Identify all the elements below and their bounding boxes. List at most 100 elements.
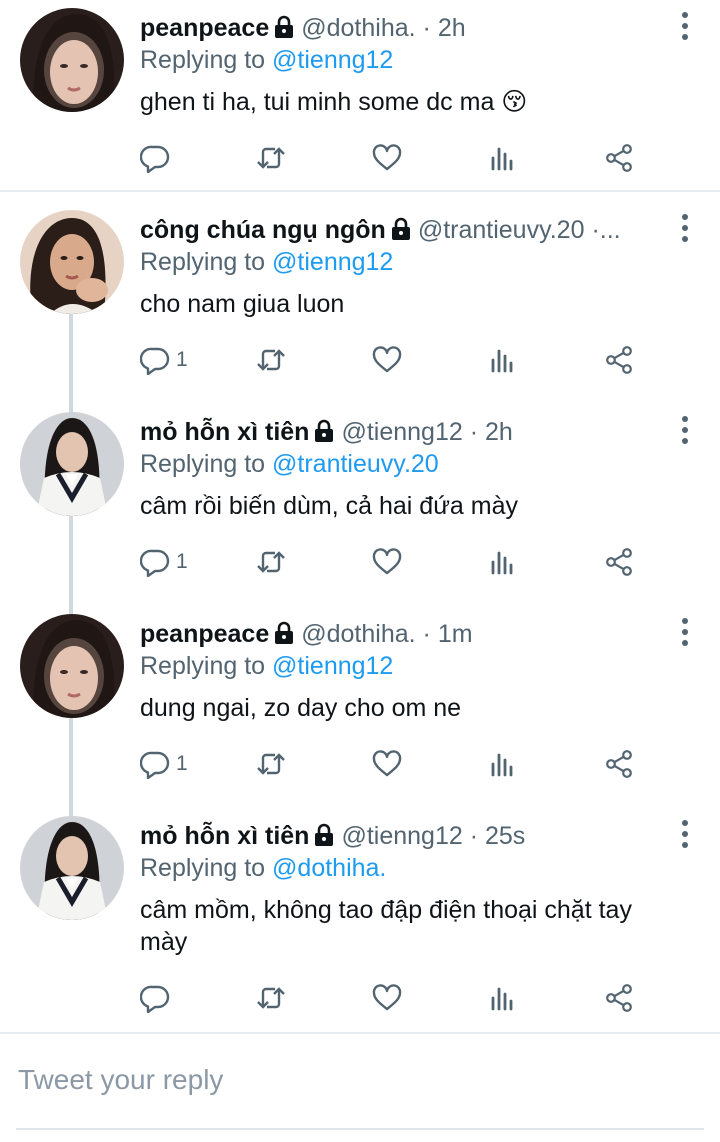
reply-button[interactable] [140, 138, 176, 178]
reply-button[interactable] [140, 978, 176, 1018]
share-icon [606, 144, 632, 172]
mention-link[interactable]: @trantieuvy.20 [272, 450, 439, 478]
tweet[interactable]: peanpeace @dothiha. · 1m Replying to @tie… [0, 606, 720, 816]
timestamp: · 25s [469, 822, 526, 850]
reply-count: 1 [176, 550, 188, 573]
share-button[interactable] [604, 340, 634, 380]
like-button[interactable] [372, 744, 402, 784]
more-options-icon[interactable] [680, 416, 690, 446]
thread-line [69, 718, 73, 816]
tweet-actions: 1 [140, 542, 640, 582]
user-handle[interactable]: @tienng12 [341, 822, 462, 850]
user-handle[interactable]: @dothiha. [301, 620, 415, 648]
lock-icon [315, 419, 334, 442]
lock-icon [391, 217, 410, 240]
analytics-icon [491, 147, 513, 171]
mention-link[interactable]: @dothiha. [272, 854, 386, 882]
user-handle[interactable]: @tienng12 [341, 418, 462, 446]
like-button[interactable] [372, 542, 402, 582]
reply-button[interactable]: 1 [140, 744, 188, 784]
display-name[interactable]: mỏ hỗn xì tiên [140, 822, 309, 850]
lock-icon [275, 15, 294, 38]
tweet-actions: 1 [140, 340, 640, 380]
avatar[interactable] [20, 210, 124, 314]
avatar[interactable] [20, 412, 124, 516]
tweet-header: peanpeace @dothiha. · 1m [140, 616, 656, 652]
share-button[interactable] [604, 542, 634, 582]
avatar[interactable] [20, 8, 124, 112]
timestamp: · 2h [422, 14, 466, 42]
replying-to: Replying to @trantieuvy.20 [140, 447, 439, 481]
display-name[interactable]: công chúa ngụ ngôn [140, 216, 386, 244]
heart-icon [372, 548, 402, 575]
retweet-button[interactable] [256, 542, 286, 582]
comment-icon [140, 347, 170, 375]
like-button[interactable] [372, 340, 402, 380]
tweet-header: mỏ hỗn xì tiên @tienng12 · 2h [140, 414, 656, 450]
reply-input-placeholder[interactable]: Tweet your reply [18, 1064, 223, 1096]
tweet-text: cho nam giua luon [140, 290, 345, 318]
share-button[interactable] [604, 744, 634, 784]
tweet-header: công chúa ngụ ngôn @trantieuvy.20 ·... [140, 212, 656, 248]
replying-label: Replying to [140, 248, 266, 276]
views-button[interactable] [488, 744, 518, 784]
reply-button[interactable]: 1 [140, 542, 188, 582]
replying-label: Replying to [140, 450, 266, 478]
tweet-actions: 1 [140, 744, 640, 784]
display-name[interactable]: peanpeace [140, 14, 269, 42]
avatar[interactable] [20, 614, 124, 718]
retweet-button[interactable] [256, 744, 286, 784]
share-button[interactable] [604, 978, 634, 1018]
display-name[interactable]: mỏ hỗn xì tiên [140, 418, 309, 446]
more-options-icon[interactable] [680, 214, 690, 244]
comment-icon [140, 549, 170, 577]
more-options-icon[interactable] [680, 618, 690, 648]
replying-to: Replying to @dothiha. [140, 851, 386, 885]
mention-link[interactable]: @tienng12 [272, 248, 393, 276]
share-icon [606, 548, 632, 576]
reply-button[interactable]: 1 [140, 340, 188, 380]
reply-count: 1 [176, 752, 188, 775]
display-name[interactable]: peanpeace [140, 620, 269, 648]
user-handle[interactable]: @trantieuvy.20 [418, 216, 585, 244]
tweet[interactable]: mỏ hỗn xì tiên @tienng12 · 25s Replying t… [0, 808, 720, 1032]
user-handle[interactable]: @dothiha. [301, 14, 415, 42]
tweet-text: ghen ti ha, tui minh some dc ma 😚 [140, 88, 528, 116]
tweet[interactable]: peanpeace @dothiha. · 2h Replying to @tie… [0, 0, 720, 190]
analytics-icon [491, 753, 513, 777]
views-button[interactable] [488, 978, 518, 1018]
more-options-icon[interactable] [680, 820, 690, 850]
views-button[interactable] [488, 542, 518, 582]
replying-label: Replying to [140, 652, 266, 680]
tweet[interactable]: công chúa ngụ ngôn @trantieuvy.20 ·... Re… [0, 202, 720, 412]
retweet-button[interactable] [256, 138, 286, 178]
thread-line [69, 516, 73, 614]
views-button[interactable] [488, 138, 518, 178]
tweet[interactable]: mỏ hỗn xì tiên @tienng12 · 2h Replying to… [0, 404, 720, 614]
comment-icon [140, 751, 170, 779]
share-icon [606, 750, 632, 778]
share-icon [606, 346, 632, 374]
like-button[interactable] [372, 978, 402, 1018]
comment-icon [140, 985, 170, 1013]
mention-link[interactable]: @tienng12 [272, 652, 393, 680]
tweet-header: mỏ hỗn xì tiên @tienng12 · 25s [140, 818, 656, 854]
timestamp: · 1m [422, 620, 473, 648]
retweet-icon [257, 753, 285, 775]
mention-link[interactable]: @tienng12 [272, 46, 393, 74]
retweet-button[interactable] [256, 978, 286, 1018]
avatar[interactable] [20, 816, 124, 920]
analytics-icon [491, 987, 513, 1011]
retweet-icon [257, 987, 285, 1009]
views-button[interactable] [488, 340, 518, 380]
reply-composer[interactable]: Tweet your reply [0, 1034, 720, 1142]
like-button[interactable] [372, 138, 402, 178]
share-button[interactable] [604, 138, 634, 178]
retweet-icon [257, 349, 285, 371]
heart-icon [372, 346, 402, 373]
lock-icon [315, 823, 334, 846]
retweet-button[interactable] [256, 340, 286, 380]
replying-to: Replying to @tienng12 [140, 43, 393, 77]
more-options-icon[interactable] [680, 12, 690, 42]
tweet-text: câm rồi biến dùm, cả hai đứa mày [140, 492, 519, 520]
